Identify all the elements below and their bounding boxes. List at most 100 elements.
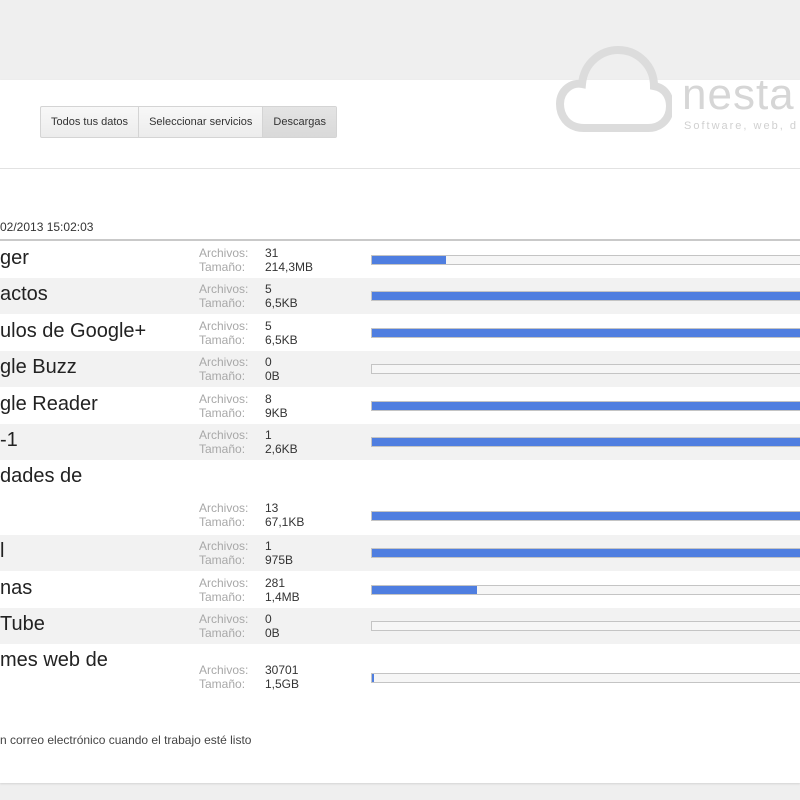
service-name: gle Buzz (0, 356, 77, 378)
size-value: 0B (265, 626, 280, 640)
size-label: Tamaño: (199, 626, 246, 640)
files-count: 13 (265, 501, 279, 515)
size-value: 6,5KB (265, 333, 298, 347)
service-row: actos Archivos: 5 Tamaño: 6,5KB (0, 278, 800, 314)
service-row: dades de Archivos: 13 Tamaño: 67,1KB (0, 460, 800, 535)
progress-bar (371, 437, 800, 447)
progress-bar (371, 364, 800, 374)
logo-subtitle: Software, web, d (684, 120, 798, 132)
progress-bar (371, 401, 800, 411)
service-name: dades de (0, 465, 83, 487)
files-count: 8 (265, 392, 272, 406)
tab-all-data[interactable]: Todos tus datos (41, 107, 140, 137)
progress-bar (371, 621, 800, 631)
progress-bar (371, 328, 800, 338)
service-name: actos (0, 283, 48, 305)
tab-select-services[interactable]: Seleccionar servicios (139, 107, 264, 137)
files-label: Archivos: (199, 246, 249, 260)
progress-fill (372, 438, 800, 446)
logo-text: nesta (682, 70, 795, 119)
email-notification-label: n correo electrónico cuando el trabajo e… (0, 733, 252, 747)
service-row: Tube Archivos: 0 Tamaño: 0B (0, 608, 800, 644)
service-stats: Archivos: 13 Tamaño: 67,1KB (199, 501, 304, 529)
size-value: 975B (265, 553, 294, 567)
service-name: gle Reader (0, 393, 98, 415)
service-name: Tube (0, 613, 45, 635)
progress-fill (372, 329, 800, 337)
size-value: 6,5KB (265, 296, 298, 310)
progress-fill (372, 292, 800, 300)
tab-downloads[interactable]: Descargas (263, 107, 336, 137)
progress-fill (372, 256, 447, 264)
service-name: nas (0, 577, 33, 599)
size-value: 0B (265, 369, 280, 383)
progress-bar (371, 673, 800, 683)
services-table: ger Archivos: 31 Tamaño: 214,3MB actos Archivo… (0, 241, 800, 697)
size-value: 1,5GB (265, 677, 300, 691)
service-row: ger Archivos: 31 Tamaño: 214,3MB (0, 241, 800, 278)
size-label: Tamaño: (199, 333, 246, 347)
files-count: 5 (265, 319, 272, 333)
files-count: 30701 (265, 663, 299, 677)
files-label: Archivos: (199, 663, 249, 677)
service-stats: Archivos: 1 Tamaño: 975B (199, 539, 293, 567)
progress-fill (372, 512, 800, 520)
service-stats: Archivos: 0 Tamaño: 0B (199, 355, 280, 383)
service-row: gle Buzz Archivos: 0 Tamaño: 0B (0, 351, 800, 387)
service-stats: Archivos: 8 Tamaño: 9KB (199, 392, 288, 420)
size-label: Tamaño: (199, 406, 246, 420)
files-count: 0 (265, 355, 272, 369)
service-name: ulos de Google+ (0, 320, 147, 342)
files-label: Archivos: (199, 355, 249, 369)
service-stats: Archivos: 5 Tamaño: 6,5KB (199, 319, 298, 347)
service-stats: Archivos: 1 Tamaño: 2,6KB (199, 428, 298, 456)
files-count: 5 (265, 282, 272, 296)
service-row: -1 Archivos: 1 Tamaño: 2,6KB (0, 424, 800, 460)
view-tabs: Todos tus datos Seleccionar servicios De… (40, 106, 337, 138)
files-label: Archivos: (199, 428, 249, 442)
service-name: mes web de (0, 649, 108, 671)
service-stats: Archivos: 0 Tamaño: 0B (199, 612, 280, 640)
progress-bar (371, 511, 800, 521)
service-row: ulos de Google+ Archivos: 5 Tamaño: 6,5KB (0, 314, 800, 351)
header-divider (0, 168, 800, 169)
size-value: 2,6KB (265, 442, 298, 456)
files-count: 1 (265, 539, 272, 553)
service-row: nas Archivos: 281 Tamaño: 1,4MB (0, 571, 800, 608)
size-label: Tamaño: (199, 553, 246, 567)
service-row: gle Reader Archivos: 8 Tamaño: 9KB (0, 387, 800, 424)
files-label: Archivos: (199, 612, 249, 626)
files-label: Archivos: (199, 282, 249, 296)
service-stats: Archivos: 31 Tamaño: 214,3MB (199, 246, 313, 274)
files-count: 31 (265, 246, 279, 260)
cloud-logo-icon (556, 45, 672, 132)
size-value: 9KB (265, 406, 288, 420)
service-stats: Archivos: 281 Tamaño: 1,4MB (199, 576, 300, 604)
archive-datestamp: 02/2013 15:02:03 (0, 220, 94, 234)
files-label: Archivos: (199, 576, 249, 590)
progress-fill (372, 402, 800, 410)
files-count: 1 (265, 428, 272, 442)
service-name: -1 (0, 429, 18, 451)
size-label: Tamaño: (199, 677, 246, 691)
service-row: mes web de Archivos: 30701 Tamaño: 1,5GB (0, 644, 800, 697)
service-stats: Archivos: 30701 Tamaño: 1,5GB (199, 663, 299, 691)
files-label: Archivos: (199, 319, 249, 333)
progress-fill (372, 674, 375, 682)
size-label: Tamaño: (199, 590, 246, 604)
size-label: Tamaño: (199, 442, 246, 456)
service-name: l (0, 540, 5, 562)
files-count: 281 (265, 576, 286, 590)
size-label: Tamaño: (199, 369, 246, 383)
service-row: l Archivos: 1 Tamaño: 975B (0, 535, 800, 571)
size-label: Tamaño: (199, 515, 246, 529)
progress-bar (371, 255, 800, 265)
size-value: 214,3MB (265, 260, 314, 274)
service-stats: Archivos: 5 Tamaño: 6,5KB (199, 282, 298, 310)
size-label: Tamaño: (199, 296, 246, 310)
progress-fill (372, 586, 478, 594)
size-label: Tamaño: (199, 260, 246, 274)
files-count: 0 (265, 612, 272, 626)
progress-bar (371, 548, 800, 558)
progress-bar (371, 585, 800, 595)
